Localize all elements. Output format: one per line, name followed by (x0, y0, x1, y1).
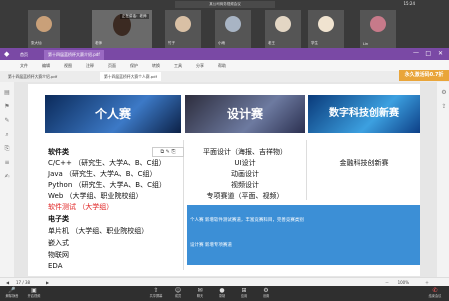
bookmark-icon[interactable]: ⚑ (3, 104, 11, 110)
design-item: UI设计 (234, 159, 256, 167)
menu-protect[interactable]: 保护 (130, 60, 138, 71)
maximize-icon[interactable]: □ (425, 50, 431, 57)
speaker-indicator: 正在讲话：老师 (120, 14, 149, 19)
software-item: Python （研究生、大学A、B、C组） (48, 181, 166, 189)
menu-annotate[interactable]: 注释 (86, 60, 94, 71)
selection-toolbar[interactable]: ⧉ ✎ ⎘ (152, 147, 184, 157)
participant-tile[interactable]: 小雨 (215, 10, 251, 48)
settings-button[interactable]: ⚙ 设置 (256, 287, 276, 299)
banner-digital: 数字科技创新赛 (308, 95, 420, 133)
end-meeting-button[interactable]: ✆ 结束会议 (424, 287, 446, 299)
end-icon: ✆ (432, 287, 438, 294)
software-item: Java （研究生、大学A、B、C组） (48, 170, 157, 178)
electronic-category-title: 电子类 (48, 215, 69, 223)
software-item: C/C++ （研究生、大学A、B、C组） (48, 159, 166, 167)
column-divider (306, 140, 307, 200)
menu-help[interactable]: 帮助 (218, 60, 226, 71)
avatar (175, 16, 191, 32)
attachment-icon[interactable]: ⎘ (3, 146, 11, 152)
properties-icon[interactable]: ⚙ (440, 90, 448, 96)
design-special-track: 专项赛道（平面、视频） (206, 192, 284, 200)
camera-icon: ▣ (31, 287, 37, 294)
participant-tile[interactable]: 学生 (308, 10, 344, 48)
menu-edit[interactable]: 编辑 (42, 60, 50, 71)
record-icon: ● (219, 287, 225, 294)
thumbnail-icon[interactable]: ▤ (3, 90, 11, 96)
meeting-video-strip: 某公司商务视频会议 15:24 张大仙 老师 竹子 小雨 老王 学生 Lin 正… (0, 0, 449, 48)
participant-name: 竹子 (168, 41, 175, 45)
software-test-item: 软件测试 （大学组） (48, 203, 114, 211)
people-icon: ☺ (174, 287, 182, 294)
comment-icon[interactable]: ✎ (3, 118, 11, 124)
meeting-control-bar: 🎤 解除静音 ▣ 开启视频 ⇧ 共享屏幕 ☺ 成员 ✉ 聊天 ● 录制 ⊞ 应用 ⚙ 设置 ✆ 结… (0, 286, 449, 301)
electronic-item: 单片机 （大学组、职业院校组） (48, 227, 149, 235)
app-icon: ⊞ (241, 287, 247, 294)
menu-page[interactable]: 页面 (108, 60, 116, 71)
apps-button[interactable]: ⊞ 应用 (234, 287, 254, 299)
avatar (370, 16, 386, 32)
software-category-title: 软件类 (48, 148, 69, 156)
mute-button[interactable]: 🎤 解除静音 (2, 287, 22, 299)
participant-tile[interactable]: 老王 (265, 10, 301, 48)
electronic-item: 嵌入式 (48, 239, 69, 247)
minimize-icon[interactable]: — (413, 49, 419, 56)
record-button[interactable]: ● 录制 (212, 287, 232, 299)
electronic-item: EDA (48, 262, 63, 270)
video-button[interactable]: ▣ 开启视频 (24, 287, 44, 299)
meeting-clock: 15:24 (403, 1, 415, 6)
share-icon[interactable]: ⇪ (440, 104, 448, 110)
settings-icon: ⚙ (263, 287, 269, 294)
participant-name: 张大仙 (31, 41, 42, 45)
avatar (318, 16, 334, 32)
layers-icon[interactable]: ≡ (3, 160, 11, 166)
mic-icon: 🎤 (8, 287, 16, 294)
signature-icon[interactable]: ✍ (3, 174, 11, 180)
software-item: Web （大学组、职业院校组） (48, 192, 143, 200)
share-icon: ⇧ (153, 287, 159, 294)
menu-convert[interactable]: 转换 (152, 60, 160, 71)
participant-tile[interactable]: 张大仙 (28, 10, 60, 48)
tab-document[interactable]: 第十四届蓝桥杯大赛介绍.pdf (44, 50, 104, 60)
menu-view[interactable]: 视图 (64, 60, 72, 71)
menu-share[interactable]: 分享 (196, 60, 204, 71)
news-line-design: 设计赛 新增专项赛道 (190, 243, 232, 248)
meeting-title: 某公司商务视频会议 (175, 1, 275, 8)
menu-tools[interactable]: 工具 (174, 60, 182, 71)
avatar (225, 16, 241, 32)
left-toolbar: ▤ ⚑ ✎ ⌕ ⎘ ≡ ✍ (0, 82, 15, 277)
digital-item: 金融科技创新赛 (339, 159, 389, 167)
avatar (275, 16, 291, 32)
banner-individual: 个人赛 (45, 95, 181, 133)
members-button[interactable]: ☺ 成员 (168, 287, 188, 299)
design-item: 视频设计 (231, 181, 259, 189)
design-item: 平面设计（海报、吉祥物） (203, 148, 287, 156)
news-line-individual: 个人赛 新增软件测试赛道，丰富竞赛科目，完善竞赛类别 (190, 218, 304, 223)
close-icon[interactable]: ✕ (438, 50, 443, 57)
app-tab-bar: ◆ 首页 第十四届蓝桥杯大赛介绍.pdf ✕ □ — (0, 48, 449, 60)
search-icon[interactable]: ⌕ (3, 132, 11, 138)
column-divider (183, 140, 184, 270)
design-item: 动画设计 (231, 170, 259, 178)
doc-tab[interactable]: 第十四届蓝桥杯大赛介绍.pdf (4, 72, 61, 81)
electronic-item: 物联网 (48, 251, 69, 259)
banner-design: 设计赛 (185, 95, 305, 133)
participant-tile[interactable]: Lin (360, 10, 396, 48)
participant-name: Lin (363, 42, 369, 46)
participant-name: 老师 (95, 41, 102, 45)
participant-name: 老王 (268, 41, 275, 45)
right-toolbar: ⚙ ⇪ (436, 82, 449, 277)
avatar (36, 16, 52, 32)
chat-button[interactable]: ✉ 聊天 (190, 287, 210, 299)
menu-file[interactable]: 文件 (20, 60, 28, 71)
share-screen-button[interactable]: ⇧ 共享屏幕 (146, 287, 166, 299)
participant-name: 学生 (311, 41, 318, 45)
promo-badge[interactable]: 永久激活码0.7折 (399, 70, 449, 81)
news-box (187, 205, 420, 265)
participant-tile[interactable]: 竹子 (165, 10, 201, 48)
chat-icon: ✉ (197, 287, 203, 294)
app-logo-icon: ◆ (4, 50, 10, 58)
doc-tab-active[interactable]: 第十四届蓝桥杯大赛个人赛.pdf (100, 72, 161, 81)
participant-name: 小雨 (218, 41, 225, 45)
tab-home[interactable]: 首页 (16, 50, 32, 60)
